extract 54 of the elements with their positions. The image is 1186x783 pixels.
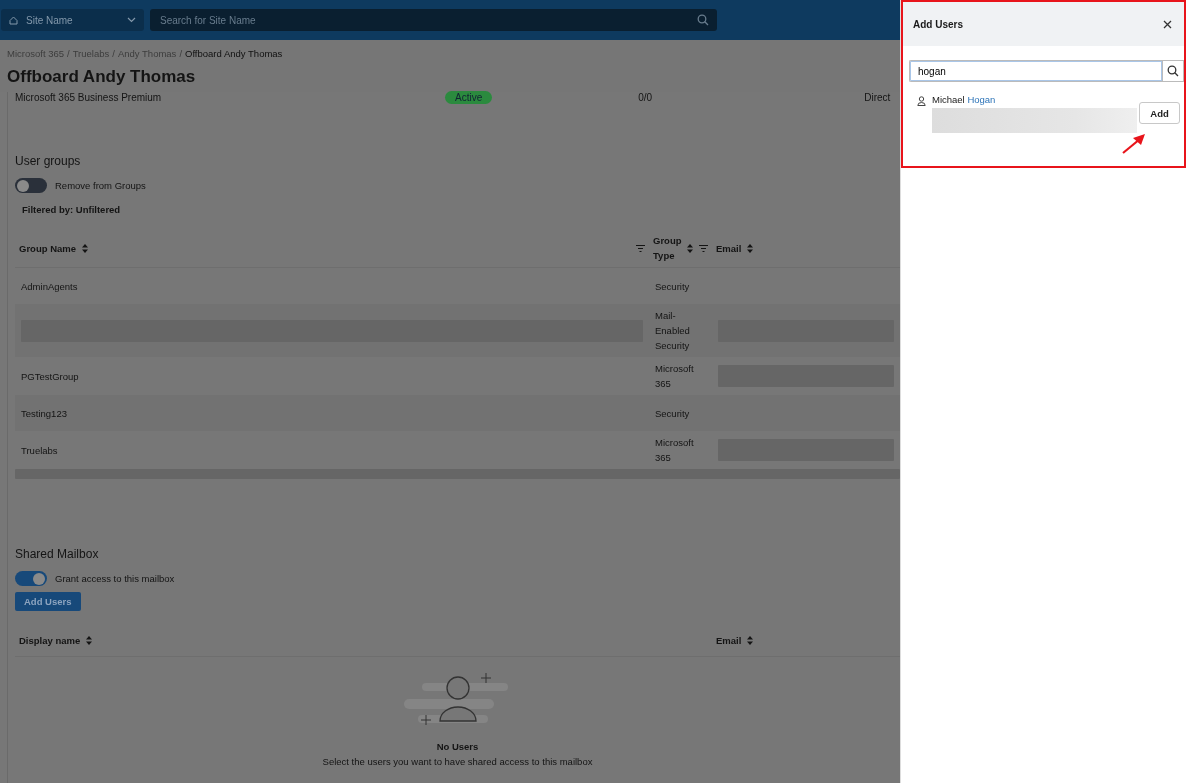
column-header[interactable]: Email [716,242,742,254]
site-search-field[interactable]: Search for Site Name [150,9,717,31]
search-input[interactable]: Search for Site Name [158,13,697,27]
user-search-field[interactable]: hogan [909,60,1163,82]
group-name: Testing123 [21,407,67,419]
breadcrumb-current: Offboard Andy Thomas [185,48,283,59]
column-header[interactable]: Display name [19,635,81,646]
license-count: 0/0 [638,91,654,103]
sort-icon[interactable] [747,243,754,253]
user-name: Michael Hogan [932,94,997,105]
toggle-switch[interactable] [15,571,47,586]
breadcrumb-separator: / [67,48,70,59]
group-type: Security [655,279,691,294]
empty-state-message: Select the users you want to have shared access to this mailbox [322,756,593,767]
group-name: PGTestGroup [21,370,79,382]
section-heading: Shared Mailbox [15,547,100,561]
search-icon [1167,65,1180,77]
column-header[interactable]: Email [716,635,742,646]
filter-icon[interactable] [636,244,645,252]
sort-icon[interactable] [687,243,693,253]
column-header[interactable]: Group Type [653,233,681,263]
sort-icon[interactable] [82,243,88,253]
chevron-down-icon [127,17,136,23]
group-type: Microsoft 365 [655,362,695,391]
close-icon [1163,19,1172,29]
drawer-title: Add Users [913,18,963,30]
sort-icon[interactable] [86,636,93,645]
toggle-switch[interactable] [15,178,47,193]
breadcrumb-separator: / [112,48,115,59]
toggle-label: Grant access to this mailbox [55,573,175,584]
license-name: Microsoft 365 Business Premium [15,91,163,103]
toggle-label: Remove from Groups [55,180,146,191]
assignment-type: Direct [864,91,891,103]
filter-status: Filtered by: Unfiltered [22,204,122,215]
home-icon [9,15,18,25]
section-heading: User groups [15,154,82,168]
group-name: AdminAgents [21,280,78,292]
search-button[interactable] [1162,60,1184,82]
search-icon [697,14,709,26]
add-button[interactable]: Add [1139,102,1180,124]
page-title: Offboard Andy Thomas [7,67,197,87]
user-icon [917,96,926,106]
annotation-arrow [1121,133,1147,155]
column-header[interactable]: Group Name [19,242,76,254]
group-name: Truelabs [21,444,58,456]
filter-icon[interactable] [699,244,708,252]
site-select[interactable]: Site Name [1,9,144,31]
sort-icon[interactable] [747,636,754,645]
breadcrumb-separator: / [179,48,182,59]
group-type: Security [655,406,691,421]
group-type: Microsoft 365 [655,436,695,465]
add-users-button[interactable]: Add Users [15,592,81,611]
group-type: Mail-Enabled Security [655,309,691,353]
empty-state-title: No Users [436,741,479,752]
